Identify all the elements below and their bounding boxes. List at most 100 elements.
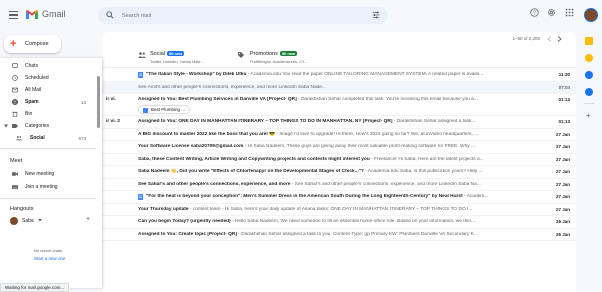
email-row[interactable]: Your Thursday update - content team - Hi… <box>102 203 576 216</box>
email-row[interactable]: See Amit's and other people's connection… <box>102 81 576 94</box>
doc-attachment-icon <box>143 108 148 113</box>
email-snippet: - Academia.edu You read the paper ONLINE… <box>246 72 484 78</box>
sidebar-item-categories[interactable]: Categories <box>0 120 96 132</box>
dropdown-arrow-icon[interactable] <box>38 218 42 222</box>
email-date: 11:30 <box>558 72 570 78</box>
search-input[interactable] <box>122 10 352 21</box>
expand-arrow-icon[interactable] <box>4 124 8 128</box>
app-name: Gmail <box>42 9 66 19</box>
email-subject: "The Italian Style - Workshop" by Dilek … <box>146 72 247 78</box>
chevron-right-icon[interactable] <box>557 36 562 42</box>
promotions-tag-icon <box>238 52 244 58</box>
no-recent-chats: No recent chats <box>34 248 63 253</box>
search-options-icon[interactable] <box>372 11 380 19</box>
chevron-left-icon[interactable] <box>547 36 552 42</box>
email-date: 27 Jan <box>555 169 570 175</box>
status-bar: Waiting for mail.google.com... <box>0 283 70 292</box>
contacts-icon[interactable] <box>585 88 593 96</box>
email-row[interactable]: "For the heat is beyond your conception"… <box>102 191 576 204</box>
add-addon-icon[interactable]: + <box>586 112 591 120</box>
email-row[interactable]: Can you begin Today? (urgently needed) -… <box>102 216 576 229</box>
email-snippet: - Image I'd love to upgrade! Hi there, H… <box>275 131 479 137</box>
new-count-badge: 50 new <box>166 51 185 56</box>
new-meeting-button[interactable]: New meeting <box>0 168 96 180</box>
email-list: "The Italian Style - Workshop" by Dilek … <box>102 69 576 241</box>
join-meeting-button[interactable]: Join a meeting <box>0 181 96 193</box>
search-icon[interactable] <box>106 11 114 19</box>
mail-toolbar: 1–50 of 2,205 <box>102 32 576 46</box>
email-snippet: - Hello Saba Nadeem, We need someone to … <box>230 219 475 225</box>
sidebar-item-bin[interactable]: Bin <box>0 108 96 120</box>
email-row[interactable]: ir vi. Assigned to You: Best Plumbing Se… <box>102 94 576 116</box>
email-date: 26 Jan <box>555 231 570 237</box>
email-date: 01:13 <box>558 97 570 102</box>
email-subject: "For the heat is beyond your conception"… <box>146 194 463 200</box>
main-menu-icon[interactable] <box>9 11 18 19</box>
email-snippet: - Darakhshan Sehar completed this task. … <box>296 97 478 102</box>
email-date: 27 Jan <box>555 156 570 162</box>
email-row[interactable]: Saba, these Content Writing, Article Wri… <box>102 153 576 166</box>
sidebar-item-label: Chats <box>25 63 39 69</box>
email-snippet: - Academ... <box>462 194 489 200</box>
email-date: 07:04 <box>558 84 570 90</box>
hangouts-user-name: Saba <box>22 217 34 224</box>
sidebar-item-spam[interactable]: Spam 13 <box>0 96 96 108</box>
sidebar-item-chats[interactable]: Chats <box>0 60 96 72</box>
label-icon <box>12 124 18 128</box>
tab-promotions-label: Promotions <box>250 51 278 57</box>
new-count-badge: 50 new <box>279 51 298 56</box>
trash-icon <box>12 111 18 117</box>
tab-promotions-senders: ProfitKingAz, Academia.edu, CY... <box>250 60 308 64</box>
social-people-icon <box>138 52 146 58</box>
email-date: 27 Jan <box>555 194 570 200</box>
keep-icon[interactable] <box>585 54 593 62</box>
email-snippet: - Hi Saba Nadeem, These guys are giving … <box>243 144 475 150</box>
email-date: 27 Jan <box>555 206 570 212</box>
search-bar[interactable] <box>98 7 388 24</box>
start-new-chat-link[interactable]: Start a new one <box>34 256 66 261</box>
sidebar-item-social[interactable]: Social 573 <box>0 132 96 144</box>
pagination-label: 1–50 of 2,205 <box>512 36 540 41</box>
compose-plus-icon: + <box>10 38 17 50</box>
email-snippet: - Academia.edu Saba, is this publication… <box>363 169 483 175</box>
attachment-chip[interactable]: Best Plumbing ... <box>138 105 191 114</box>
hangouts-avatar <box>10 216 18 225</box>
account-avatar[interactable] <box>584 8 598 22</box>
tab-promotions[interactable]: Promotions 50 new ProfitKingAz, Academia.… <box>236 48 326 68</box>
svg-text:?: ? <box>533 10 536 16</box>
support-icon[interactable]: ? <box>530 8 539 17</box>
sidebar-item-all-mail[interactable]: All Mail <box>0 84 96 96</box>
sidebar-item-label: Categories <box>25 123 50 129</box>
hangouts-user[interactable]: Saba + <box>0 214 96 227</box>
gmail-logo[interactable]: Gmail <box>26 9 66 19</box>
compose-button[interactable]: + Compose <box>4 35 61 53</box>
email-subject: A BIG discount to master 2022 like the b… <box>138 131 276 137</box>
sidebar-scrollbar[interactable] <box>97 76 100 128</box>
email-row[interactable]: A BIG discount to master 2022 like the b… <box>102 128 576 141</box>
tab-social-label: Social <box>150 51 165 57</box>
tasks-icon[interactable] <box>585 71 593 79</box>
email-row[interactable]: Assigned to You: Create topic [Project- … <box>102 228 576 241</box>
new-chat-plus-icon[interactable]: + <box>86 216 90 223</box>
email-row[interactable]: Your Software License saba20709@gmail.co… <box>102 141 576 154</box>
email-subject: Can you begin Today? (urgently needed) <box>138 219 231 225</box>
email-snippet: - Freelancer Hi Saba, Here are the lates… <box>369 156 484 162</box>
sidebar-item-scheduled[interactable]: Scheduled <box>0 72 96 84</box>
apps-grid-icon[interactable] <box>565 8 574 17</box>
tab-social[interactable]: Social 50 new Twitter, LinkedIn, Yanina M… <box>136 48 226 68</box>
email-row[interactable]: Saba Nadeem 👋, Did you write "Effects of… <box>102 166 576 179</box>
compose-label: Compose <box>25 41 49 47</box>
email-date: 01:13 <box>558 119 570 125</box>
sidebar-divider <box>0 148 96 149</box>
email-subject: Saba Nadeem 👋, Did you write "Effects of… <box>138 169 364 175</box>
email-row[interactable]: "The Italian Style - Workshop" by Dilek … <box>102 69 576 82</box>
email-row[interactable]: ir vi. 2 Assigned to You: ONE DAY IN MAN… <box>102 116 576 129</box>
email-row[interactable]: See Sahar's and other people's connectio… <box>102 178 576 191</box>
email-snippet: - See Sahar's and other people's connect… <box>290 181 481 187</box>
email-snippet: - Darakhshan Sehar assigned a task to yo… <box>236 231 478 237</box>
settings-gear-icon[interactable] <box>547 8 556 17</box>
sidebar-item-label: Bin <box>25 111 33 117</box>
mail-list-panel: 1–50 of 2,205 Social 50 new Twitter, Link… <box>102 32 576 292</box>
keyboard-icon <box>12 185 18 190</box>
calendar-icon[interactable] <box>585 37 593 45</box>
